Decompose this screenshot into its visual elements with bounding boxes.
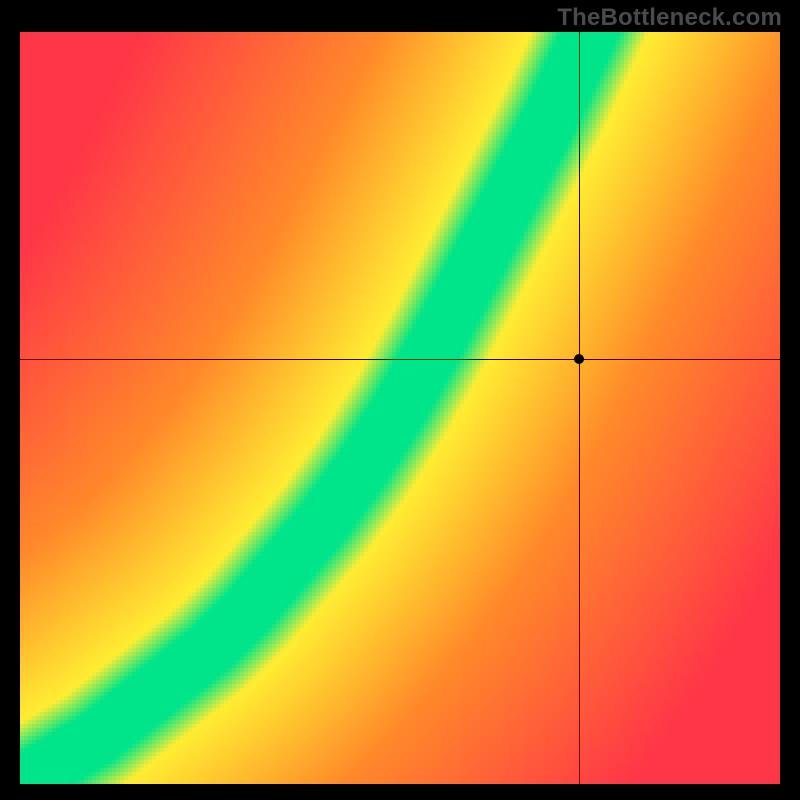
crosshair-marker-dot	[574, 354, 584, 364]
crosshair-horizontal	[20, 359, 780, 360]
heatmap-plot	[20, 32, 780, 784]
crosshair-vertical	[579, 32, 580, 784]
chart-frame: TheBottleneck.com	[0, 0, 800, 800]
watermark-text: TheBottleneck.com	[557, 4, 782, 32]
heatmap-canvas	[20, 32, 780, 784]
